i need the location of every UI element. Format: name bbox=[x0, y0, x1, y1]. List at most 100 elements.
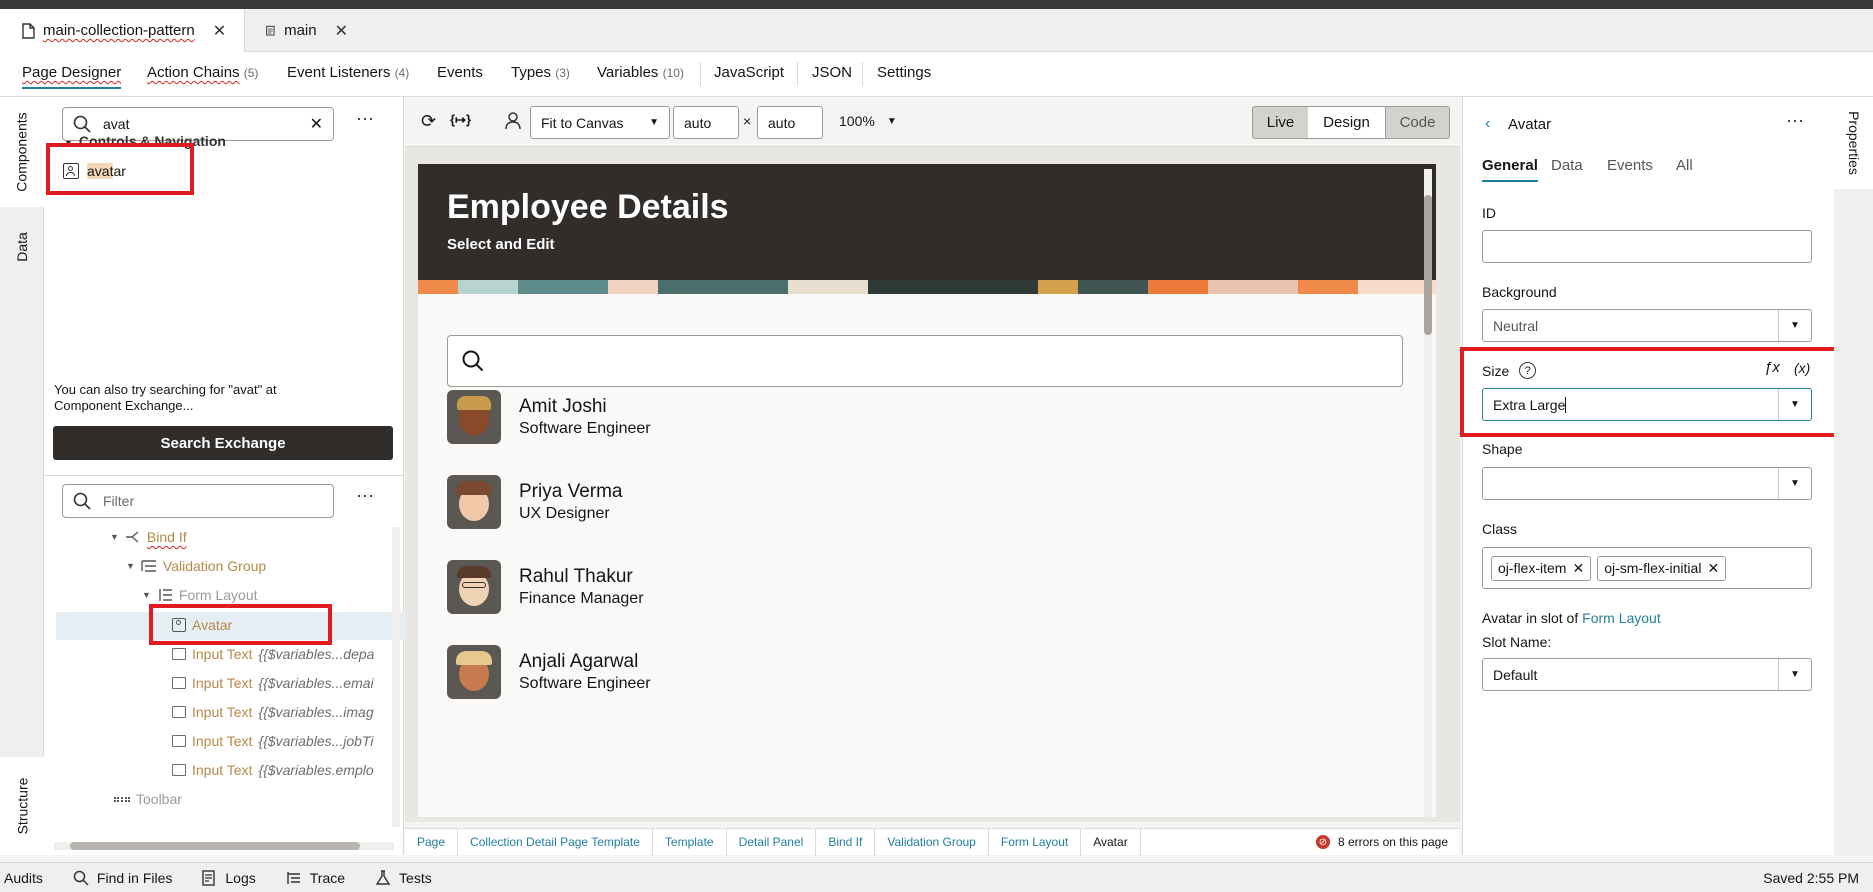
zoom-select[interactable]: 100% ▼ bbox=[839, 113, 897, 129]
status-tests[interactable]: Tests bbox=[375, 870, 432, 886]
breadcrumb-detail-panel[interactable]: Detail Panel bbox=[727, 828, 817, 856]
tab-javascript[interactable]: JavaScript bbox=[714, 64, 784, 81]
employee-name: Anjali Agarwal bbox=[519, 651, 639, 672]
right-rail: Properties bbox=[1834, 97, 1873, 855]
tree-row-input-text[interactable]: Input Text {{$variables...depa bbox=[172, 646, 374, 662]
employee-list-item[interactable]: Priya Verma UX Designer bbox=[447, 475, 622, 529]
tree-scrollbar[interactable] bbox=[392, 527, 400, 827]
input-text-icon bbox=[172, 677, 186, 689]
fit-to-canvas-select[interactable]: Fit to Canvas ▼ bbox=[530, 106, 670, 139]
tab-divider bbox=[700, 62, 701, 86]
more-options-icon[interactable]: ⋯ bbox=[1786, 111, 1804, 132]
tab-action-chains[interactable]: Action Chains (5) bbox=[147, 64, 258, 81]
structure-filter-input[interactable]: Filter bbox=[103, 493, 134, 509]
remove-chip-icon[interactable]: ✕ bbox=[1707, 560, 1719, 577]
window-top-strip bbox=[0, 0, 1873, 9]
tree-row-input-text[interactable]: Input Text {{$variables...imag bbox=[172, 704, 374, 720]
employee-search-input[interactable] bbox=[447, 335, 1403, 387]
slot-name-select[interactable]: Default ▼ bbox=[1482, 658, 1812, 691]
breadcrumb-validation-group[interactable]: Validation Group bbox=[875, 828, 989, 856]
user-icon[interactable] bbox=[505, 112, 521, 130]
tree-row-form-layout[interactable]: ▼ Form Layout bbox=[142, 587, 258, 603]
status-logs[interactable]: Logs bbox=[202, 870, 256, 886]
class-chip-input[interactable]: oj-flex-item ✕ oj-sm-flex-initial ✕ bbox=[1482, 547, 1812, 589]
breadcrumb-form-layout[interactable]: Form Layout bbox=[989, 828, 1082, 856]
id-field[interactable] bbox=[1482, 230, 1812, 263]
tree-row-validation-group[interactable]: ▼ Validation Group bbox=[126, 558, 266, 574]
breadcrumb-bind-if[interactable]: Bind If bbox=[816, 828, 876, 856]
more-options-icon[interactable]: ⋯ bbox=[356, 486, 374, 507]
canvas-width-input[interactable]: auto bbox=[673, 106, 739, 139]
remove-chip-icon[interactable]: ✕ bbox=[1572, 560, 1584, 577]
file-tab-main-collection-pattern[interactable]: main-collection-pattern ✕ bbox=[0, 9, 245, 52]
component-search-input[interactable]: avat bbox=[103, 116, 298, 132]
refresh-icon[interactable]: ⟳ bbox=[421, 111, 436, 132]
variable-icon[interactable]: {↦} bbox=[450, 112, 471, 128]
file-tab-main[interactable]: main ✕ bbox=[252, 9, 362, 52]
breadcrumb-template[interactable]: Template bbox=[653, 828, 727, 856]
avatar bbox=[447, 645, 501, 699]
errors-indicator[interactable]: ⊘ 8 errors on this page bbox=[1315, 835, 1448, 849]
structure-filter-box[interactable]: Filter bbox=[62, 484, 334, 518]
tab-settings[interactable]: Settings bbox=[877, 64, 931, 81]
employee-name: Priya Verma bbox=[519, 481, 623, 502]
mode-design-button[interactable]: Design bbox=[1308, 106, 1386, 139]
chevron-down-icon: ▼ bbox=[126, 561, 135, 571]
tab-events[interactable]: Events bbox=[437, 64, 483, 81]
input-text-icon bbox=[172, 706, 186, 718]
employee-list-item[interactable]: Rahul Thakur Finance Manager bbox=[447, 560, 644, 614]
prop-tab-data[interactable]: Data bbox=[1551, 157, 1583, 174]
back-icon[interactable]: ‹ bbox=[1485, 115, 1490, 133]
tab-variables[interactable]: Variables (10) bbox=[597, 64, 684, 81]
tree-h-scrollbar[interactable] bbox=[54, 842, 394, 850]
class-chip[interactable]: oj-flex-item ✕ bbox=[1491, 555, 1592, 581]
status-audits[interactable]: Audits bbox=[4, 870, 43, 886]
more-options-icon[interactable]: ⋯ bbox=[356, 109, 374, 130]
group-icon bbox=[141, 560, 156, 572]
mode-live-button[interactable]: Live bbox=[1252, 106, 1309, 139]
employee-list-item[interactable]: Amit Joshi Software Engineer bbox=[447, 390, 651, 444]
slot-parent-link[interactable]: Form Layout bbox=[1582, 610, 1661, 626]
tab-event-listeners[interactable]: Event Listeners (4) bbox=[287, 64, 409, 81]
close-icon[interactable]: ✕ bbox=[335, 21, 348, 41]
class-chip[interactable]: oj-sm-flex-initial ✕ bbox=[1597, 555, 1727, 581]
tree-row-input-text[interactable]: Input Text {{$variables...jobTi bbox=[172, 733, 374, 749]
rail-tab-components[interactable]: Components bbox=[0, 97, 44, 207]
canvas-height-input[interactable]: auto bbox=[757, 106, 823, 139]
close-icon[interactable]: ✕ bbox=[213, 21, 226, 41]
tab-json[interactable]: JSON bbox=[812, 64, 852, 81]
tree-row-input-text[interactable]: Input Text {{$variables...emai bbox=[172, 675, 374, 691]
tree-row-toolbar[interactable]: Toolbar bbox=[114, 791, 182, 807]
background-select[interactable]: Neutral ▼ bbox=[1482, 309, 1812, 342]
breadcrumb-avatar[interactable]: Avatar bbox=[1081, 828, 1141, 856]
prop-tab-all[interactable]: All bbox=[1676, 157, 1693, 174]
mode-code-button[interactable]: Code bbox=[1385, 106, 1450, 139]
properties-title: Avatar bbox=[1508, 116, 1552, 133]
shape-select[interactable]: ▼ bbox=[1482, 467, 1812, 500]
highlight-box bbox=[46, 143, 194, 195]
prop-tab-general[interactable]: General bbox=[1482, 157, 1538, 182]
prop-tab-events[interactable]: Events bbox=[1607, 157, 1653, 174]
tree-row-input-text[interactable]: Input Text {{$variables.emplo bbox=[172, 762, 374, 778]
breadcrumb-page[interactable]: Page bbox=[405, 828, 459, 856]
class-label: Class bbox=[1482, 521, 1518, 537]
status-trace[interactable]: Trace bbox=[286, 870, 345, 886]
breadcrumb-collection-detail[interactable]: Collection Detail Page Template bbox=[458, 828, 653, 856]
search-exchange-button[interactable]: Search Exchange bbox=[53, 426, 393, 460]
rail-tab-properties[interactable]: Properties bbox=[1834, 97, 1873, 189]
chevron-down-icon: ▼ bbox=[1778, 659, 1811, 690]
clear-search-icon[interactable]: ✕ bbox=[310, 114, 323, 134]
decorative-banner bbox=[418, 280, 1436, 294]
rail-tab-structure[interactable]: Structure bbox=[0, 757, 44, 855]
highlight-box bbox=[1460, 347, 1842, 437]
tab-page-designer[interactable]: Page Designer bbox=[22, 64, 122, 89]
error-icon: ⊘ bbox=[1315, 835, 1330, 849]
slot-info: Avatar in slot of Form Layout bbox=[1482, 610, 1661, 626]
tab-types[interactable]: Types (3) bbox=[511, 64, 570, 81]
preview-scroll-thumb[interactable] bbox=[1424, 195, 1432, 335]
tree-row-bind-if[interactable]: ▼ Bind If bbox=[110, 529, 187, 545]
employee-list-item[interactable]: Anjali Agarwal Software Engineer bbox=[447, 645, 651, 699]
search-icon bbox=[462, 350, 484, 372]
status-find-in-files[interactable]: Find in Files bbox=[73, 870, 172, 886]
rail-tab-data[interactable]: Data bbox=[0, 207, 44, 287]
